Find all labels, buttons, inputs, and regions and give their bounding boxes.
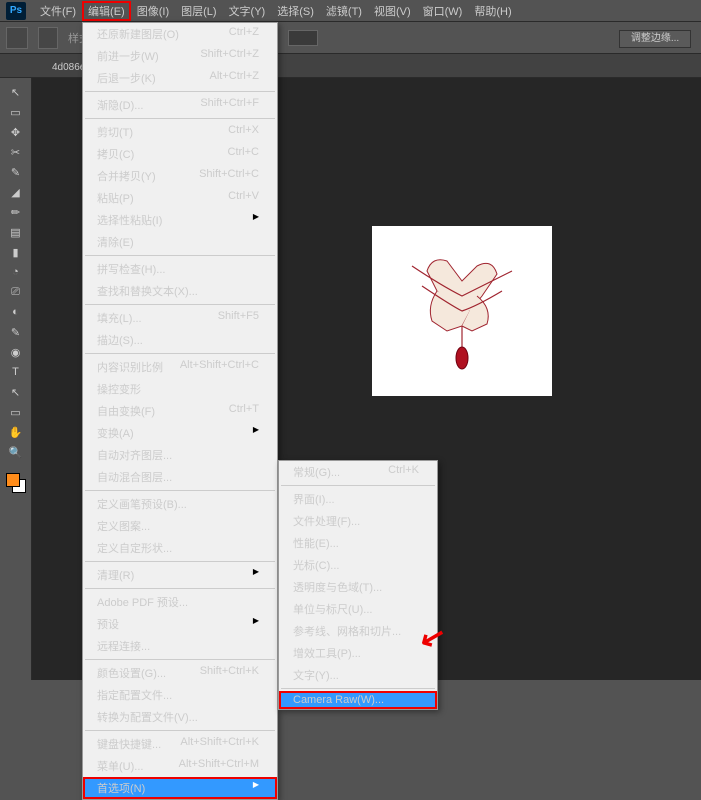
tool-preset-icon[interactable] [6,27,28,49]
menu-item[interactable]: 定义图案... [83,515,277,537]
canvas-image [372,226,552,396]
menu-item[interactable]: 预设▶ [83,613,277,635]
tool-sidebar: ↖▭✥✂✎◢✏▤▮◔⎚◐✎◉T↖▭✋🔍 [0,78,32,680]
app-logo: Ps [6,2,26,20]
tool-icon[interactable]: ▮ [5,242,27,262]
menu-item[interactable]: 定义画笔预设(B)... [83,493,277,515]
tool-icon[interactable]: ✎ [5,162,27,182]
tool-icon[interactable]: ◢ [5,182,27,202]
menu-帮助(H)[interactable]: 帮助(H) [468,1,517,21]
menu-item: 查找和替换文本(X)... [83,280,277,302]
menu-item[interactable]: 内容识别比例Alt+Shift+Ctrl+C [83,356,277,378]
menu-滤镜(T)[interactable]: 滤镜(T) [320,1,368,21]
tool-icon[interactable]: ↖ [5,382,27,402]
menu-item[interactable]: 远程连接... [83,635,277,657]
menu-item: 渐隐(D)...Shift+Ctrl+F [83,94,277,116]
menu-item[interactable]: 前进一步(W)Shift+Ctrl+Z [83,45,277,67]
menu-item: 定义自定形状... [83,537,277,559]
menu-item: 描边(S)... [83,329,277,351]
menu-item[interactable]: 还原新建图层(O)Ctrl+Z [83,23,277,45]
menu-item[interactable]: 文件处理(F)... [279,510,437,532]
menu-item[interactable]: 填充(L)...Shift+F5 [83,307,277,329]
tool-icon[interactable]: ✎ [5,322,27,342]
menu-item[interactable]: 变换(A)▶ [83,422,277,444]
color-swatch[interactable] [6,473,26,493]
edit-menu-dropdown: 还原新建图层(O)Ctrl+Z前进一步(W)Shift+Ctrl+Z后退一步(K… [82,22,278,800]
menu-item[interactable]: 清理(R)▶ [83,564,277,586]
menu-item[interactable]: 光标(C)... [279,554,437,576]
menu-item[interactable]: 透明度与色域(T)... [279,576,437,598]
tool-icon[interactable]: ⎚ [5,282,27,302]
menu-item: 剪切(T)Ctrl+X [83,121,277,143]
menu-窗口(W)[interactable]: 窗口(W) [417,1,469,21]
tool-icon[interactable]: 🔍 [5,442,27,462]
marquee-mode-icon[interactable] [38,27,58,49]
menu-视图(V)[interactable]: 视图(V) [368,1,417,21]
height-field[interactable] [288,30,318,46]
menu-item[interactable]: 常规(G)...Ctrl+K [279,461,437,483]
menu-item: 清除(E) [83,231,277,253]
menu-item[interactable]: 选择性粘贴(I)▶ [83,209,277,231]
menu-item[interactable]: 文字(Y)... [279,664,437,686]
menu-item[interactable]: 性能(E)... [279,532,437,554]
menu-item[interactable]: 参考线、网格和切片... [279,620,437,642]
menu-item[interactable]: 操控变形 [83,378,277,400]
tool-icon[interactable]: ✋ [5,422,27,442]
menu-选择(S)[interactable]: 选择(S) [271,1,320,21]
menu-item[interactable]: 颜色设置(G)...Shift+Ctrl+K [83,662,277,684]
menu-item[interactable]: 指定配置文件... [83,684,277,706]
menu-编辑(E)[interactable]: 编辑(E) [82,1,131,21]
menu-item: 合并拷贝(Y)Shift+Ctrl+C [83,165,277,187]
menu-item: 拷贝(C)Ctrl+C [83,143,277,165]
menu-item[interactable]: Adobe PDF 预设... [83,591,277,613]
menu-文件(F)[interactable]: 文件(F) [34,1,82,21]
menu-item[interactable]: 单位与标尺(U)... [279,598,437,620]
menu-文字(Y)[interactable]: 文字(Y) [223,1,272,21]
tool-icon[interactable]: ▤ [5,222,27,242]
menu-item: 自动混合图层... [83,466,277,488]
menu-item[interactable]: 首选项(N)▶ [83,777,277,799]
tool-icon[interactable]: T [5,362,27,382]
menu-图像(I)[interactable]: 图像(I) [131,1,175,21]
refine-edge-button[interactable]: 调整边缘... [619,30,691,48]
menu-item: 拼写检查(H)... [83,258,277,280]
menu-item[interactable]: 粘贴(P)Ctrl+V [83,187,277,209]
tool-icon[interactable]: ◔ [5,262,27,282]
menu-item[interactable]: 键盘快捷键...Alt+Shift+Ctrl+K [83,733,277,755]
tool-icon[interactable]: ✂ [5,142,27,162]
menu-item: 自动对齐图层... [83,444,277,466]
tool-icon[interactable]: ✏ [5,202,27,222]
menu-item[interactable]: 增效工具(P)... [279,642,437,664]
menu-图层(L)[interactable]: 图层(L) [175,1,222,21]
menu-item[interactable]: 菜单(U)...Alt+Shift+Ctrl+M [83,755,277,777]
tool-icon[interactable]: ▭ [5,402,27,422]
preferences-submenu: 常规(G)...Ctrl+K 界面(I)...文件处理(F)...性能(E)...… [278,460,438,710]
menubar: Ps 文件(F)编辑(E)图像(I)图层(L)文字(Y)选择(S)滤镜(T)视图… [0,0,701,22]
tool-icon[interactable]: ◐ [5,302,27,322]
menu-item[interactable]: 后退一步(K)Alt+Ctrl+Z [83,67,277,89]
tool-icon[interactable]: ◉ [5,342,27,362]
menu-item[interactable]: 转换为配置文件(V)... [83,706,277,728]
menu-item[interactable]: 界面(I)... [279,488,437,510]
tool-icon[interactable]: ▭ [5,102,27,122]
tool-icon[interactable]: ↖ [5,82,27,102]
menu-item[interactable]: Camera Raw(W)... [279,691,437,709]
tool-icon[interactable]: ✥ [5,122,27,142]
menu-item[interactable]: 自由变换(F)Ctrl+T [83,400,277,422]
